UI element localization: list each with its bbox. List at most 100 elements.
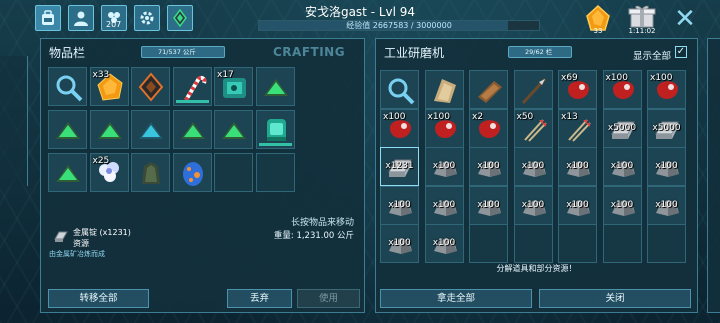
inventory-slot[interactable]: x100 <box>647 70 686 109</box>
empty-slot[interactable] <box>214 153 253 192</box>
close-inventory-button[interactable]: ✕ <box>672 6 698 32</box>
inventory-slot[interactable] <box>89 110 129 149</box>
selected-item-type: 资源 <box>73 239 89 248</box>
weight-line: 重量: 1,231.00 公斤 <box>273 231 354 241</box>
drop-button[interactable]: 丢弃 <box>227 289 292 308</box>
move-hint: 长按物品来移动 <box>290 218 354 228</box>
left-side-panel <box>0 56 28 186</box>
slot-quantity: x100 <box>427 111 451 122</box>
slot-quantity: x17 <box>217 70 234 80</box>
inventory-slot[interactable] <box>131 67 170 106</box>
inventory-slot[interactable] <box>255 67 295 106</box>
inventory-slot[interactable] <box>131 153 170 192</box>
empty-slot[interactable] <box>558 224 597 263</box>
inventory-slot[interactable]: x100 <box>602 70 642 109</box>
inventory-slot[interactable]: x33 <box>89 67 129 106</box>
inventory-slot[interactable] <box>172 153 212 192</box>
inventory-slot[interactable]: x1231 <box>380 147 419 186</box>
slot-quantity: x100 <box>521 161 545 171</box>
inventory-slot[interactable]: x100 <box>424 108 464 148</box>
show-all-checkbox[interactable]: ✓ <box>675 46 687 58</box>
backpack-tab[interactable] <box>35 5 61 31</box>
empty-slot[interactable] <box>602 224 642 263</box>
empty-slot[interactable] <box>255 153 295 192</box>
inventory-slot[interactable] <box>214 110 253 149</box>
slot-quantity: x100 <box>655 161 678 171</box>
inventory-slot[interactable] <box>380 70 419 109</box>
player-title: 安戈洛gast - Lvl 94 <box>304 5 416 19</box>
implant-icon <box>138 72 164 102</box>
slot-quantity: x100 <box>566 161 589 171</box>
slot-quantity: x25 <box>92 156 110 166</box>
grinder-panel: 工业研磨机 29/62 栏 显示全部 ✓ x69 x100 x100 x100 x100… <box>375 38 698 313</box>
transfer-all-button[interactable]: 转移全部 <box>48 289 149 308</box>
character-tab[interactable] <box>68 5 94 31</box>
element-tab[interactable] <box>167 5 193 31</box>
inventory-slot[interactable] <box>48 153 87 192</box>
inventory-slot[interactable]: x100 <box>513 185 553 225</box>
tribe-tab[interactable] <box>134 5 160 31</box>
slot-quantity: x100 <box>432 199 456 210</box>
green-note-icon <box>180 122 205 139</box>
inventory-slot[interactable]: x5000 <box>602 108 642 148</box>
inventory-slot[interactable]: x100 <box>513 147 553 186</box>
slot-quantity: x13 <box>561 111 578 122</box>
inventory-slot[interactable]: x100 <box>647 185 686 225</box>
slot-quantity: x100 <box>388 199 411 210</box>
inventory-slot[interactable] <box>255 110 295 149</box>
inventory-slot[interactable] <box>172 67 212 106</box>
inventory-panel: 物品栏 71/537 公斤 CRAFTING x33 x17 x25 长按物品来移动… <box>40 38 365 313</box>
gift-box-icon[interactable] <box>627 4 657 28</box>
inventory-slot[interactable]: x2 <box>469 108 508 148</box>
show-all-label: 显示全部 <box>632 51 671 62</box>
inventory-slot[interactable] <box>131 110 170 149</box>
inventory-slot[interactable] <box>48 110 87 149</box>
inventory-slot[interactable] <box>513 70 553 109</box>
slot-quantity: x100 <box>383 111 406 122</box>
xp-text: 经验值 2667583 / 3000000 <box>346 21 452 30</box>
inventory-slot[interactable]: x100 <box>558 185 597 225</box>
inventory-slot[interactable]: x100 <box>558 147 597 186</box>
inventory-slot[interactable]: x100 <box>602 185 642 225</box>
fur-armor-icon <box>433 79 456 103</box>
crafting-tab[interactable]: CRAFTING <box>273 45 345 59</box>
take-all-button[interactable]: 拿走全部 <box>380 289 532 308</box>
inventory-slot[interactable]: x100 <box>647 147 686 186</box>
inventory-slot[interactable]: x100 <box>380 185 419 225</box>
empty-slot[interactable] <box>513 224 553 263</box>
slot-quantity: x100 <box>566 199 589 210</box>
inventory-slot[interactable]: x100 <box>380 224 419 263</box>
inventory-slot[interactable] <box>469 70 508 109</box>
inventory-slot[interactable] <box>48 67 87 106</box>
inventory-slot[interactable]: x100 <box>380 108 419 148</box>
engram-points-count: 207 <box>106 20 122 29</box>
magnifier-icon <box>388 78 415 105</box>
cryo-pod-icon <box>266 119 286 141</box>
slot-quantity: x100 <box>432 161 456 171</box>
slot-quantity: x100 <box>610 161 634 171</box>
inventory-slot[interactable]: x100 <box>424 224 464 263</box>
durability-bar <box>175 100 209 103</box>
salvage-note: 分解道具和部分资源！ <box>496 264 577 273</box>
inventory-slot[interactable]: x100 <box>469 185 508 225</box>
empty-slot[interactable] <box>647 224 686 263</box>
inventory-slot[interactable]: x100 <box>424 185 464 225</box>
inventory-slot[interactable]: x100 <box>424 147 464 186</box>
inventory-slot[interactable]: x50 <box>513 108 553 148</box>
inventory-slot[interactable]: x69 <box>558 70 597 109</box>
inventory-slot[interactable]: x5000 <box>647 108 686 148</box>
inventory-slot[interactable]: x17 <box>214 67 253 106</box>
inventory-slot[interactable] <box>424 70 464 109</box>
inventory-slot[interactable] <box>172 110 212 149</box>
inventory-slot[interactable]: x100 <box>469 147 508 186</box>
slot-quantity: x100 <box>521 199 545 210</box>
inventory-slot[interactable]: x13 <box>558 108 597 148</box>
inventory-slot[interactable]: x100 <box>602 147 642 186</box>
use-button[interactable]: 使用 <box>297 289 360 308</box>
empty-slot[interactable] <box>469 224 508 263</box>
close-button[interactable]: 关闭 <box>539 289 691 308</box>
blue-note-icon <box>139 122 163 139</box>
slot-quantity: x5000 <box>607 122 637 133</box>
inventory-slot[interactable]: x25 <box>89 153 129 192</box>
selected-item-name: 金属锭 (x1231) <box>73 228 131 237</box>
